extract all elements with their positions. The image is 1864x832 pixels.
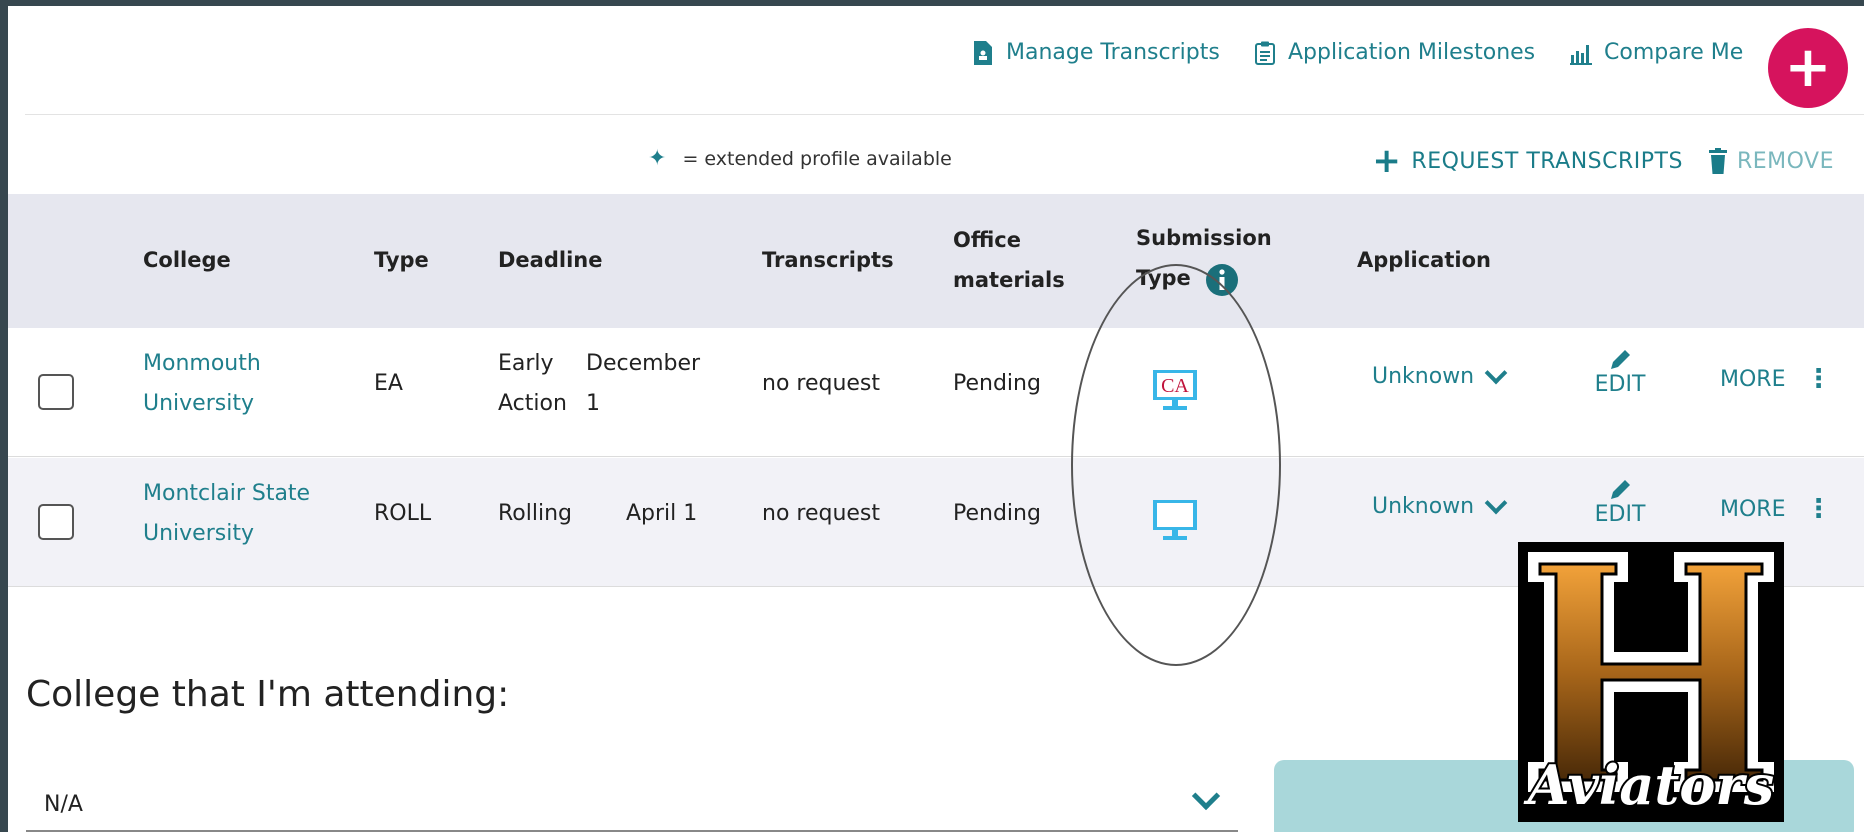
attending-college-value: N/A <box>44 792 83 817</box>
remove-button[interactable]: REMOVE <box>1708 148 1834 174</box>
header-office-line2: materials <box>953 268 1065 292</box>
header-submission-line1: Submission <box>1136 226 1272 250</box>
divider <box>25 114 1864 115</box>
college-link-line2[interactable]: University <box>143 384 254 424</box>
table-actions: + REQUEST TRANSCRIPTS REMOVE <box>1372 144 1834 178</box>
row-checkbox[interactable] <box>38 504 74 540</box>
header-office-line1: Office <box>953 228 1021 252</box>
aviators-script: Aviators <box>1523 753 1774 817</box>
more-label: MORE <box>1720 366 1786 392</box>
plus-icon: + <box>1372 141 1402 181</box>
attending-heading: College that I'm attending: <box>26 674 510 715</box>
trash-icon <box>1708 148 1727 174</box>
more-menu-button[interactable]: MORE ⋮ <box>1720 364 1831 394</box>
pencil-icon <box>1611 480 1630 499</box>
kebab-icon: ⋮ <box>1805 364 1832 394</box>
compare-me-label: Compare Me <box>1604 40 1744 65</box>
chevron-down-icon <box>1191 781 1221 811</box>
common-app-monitor-icon[interactable]: CA <box>1151 368 1199 416</box>
header-submission-line2: Type <box>1136 266 1191 290</box>
header-college[interactable]: College <box>143 240 231 280</box>
edit-label: EDIT <box>1594 372 1646 397</box>
extended-profile-legend: ✦ = extended profile available <box>648 146 952 171</box>
bar-chart-icon <box>1570 44 1592 65</box>
kebab-icon: ⋮ <box>1805 494 1832 524</box>
transcripts-cell: no request <box>762 501 881 526</box>
application-status-value: Unknown <box>1372 364 1475 389</box>
transcripts-cell: no request <box>762 371 881 396</box>
page: Manage Transcripts Application Milestone… <box>8 6 1864 832</box>
edit-label: EDIT <box>1594 502 1646 527</box>
chevron-down-icon <box>1484 491 1508 514</box>
college-link-line1[interactable]: Monmouth <box>143 344 261 384</box>
college-link-line2[interactable]: University <box>143 514 254 554</box>
deadline-type-line2: Action <box>498 391 567 416</box>
deadline-type-line1: Early <box>498 351 554 376</box>
info-icon[interactable] <box>1206 264 1238 296</box>
add-fab-button[interactable]: + <box>1768 28 1848 108</box>
type-cell: ROLL <box>374 501 432 526</box>
edit-button[interactable]: EDIT <box>1585 478 1655 527</box>
type-cell: EA <box>374 371 403 396</box>
deadline-date-line1: December <box>586 351 701 376</box>
more-label: MORE <box>1720 496 1786 522</box>
pencil-icon <box>1611 350 1630 369</box>
document-icon <box>974 40 992 65</box>
monitor-icon[interactable] <box>1151 498 1199 546</box>
deadline-type: Rolling <box>498 501 573 526</box>
application-status-value: Unknown <box>1372 494 1475 519</box>
application-status-dropdown[interactable]: Unknown <box>1372 491 1508 519</box>
manage-transcripts-label: Manage Transcripts <box>1006 40 1220 65</box>
header-transcripts[interactable]: Transcripts <box>762 240 894 280</box>
request-transcripts-label: REQUEST TRANSCRIPTS <box>1411 148 1683 174</box>
aviators-logo: Aviators <box>1518 542 1784 822</box>
attending-college-select[interactable]: N/A <box>26 776 1238 832</box>
clipboard-icon <box>1255 41 1275 65</box>
more-menu-button[interactable]: MORE ⋮ <box>1720 494 1831 524</box>
table-row: Monmouth University EA Early Action Dece… <box>8 328 1864 457</box>
row-checkbox[interactable] <box>38 374 74 410</box>
header-deadline[interactable]: Deadline <box>498 240 602 280</box>
common-app-text: CA <box>1161 375 1189 397</box>
extended-profile-star-icon: ✦ <box>648 146 667 171</box>
edit-button[interactable]: EDIT <box>1585 348 1655 397</box>
application-milestones-label: Application Milestones <box>1288 40 1536 65</box>
remove-label: REMOVE <box>1736 148 1834 174</box>
deadline-date-line2: 1 <box>586 391 600 416</box>
legend-text: = extended profile available <box>682 147 952 170</box>
manage-transcripts-link[interactable]: Manage Transcripts <box>972 40 1220 65</box>
office-materials-cell: Pending <box>953 501 1041 526</box>
request-transcripts-button[interactable]: + REQUEST TRANSCRIPTS <box>1372 144 1683 178</box>
application-milestones-link[interactable]: Application Milestones <box>1254 40 1535 65</box>
college-link-line1[interactable]: Montclair State <box>143 474 310 514</box>
table-header: College Type Deadline Transcripts Office… <box>8 194 1864 328</box>
deadline-date: April 1 <box>626 501 698 526</box>
application-status-dropdown[interactable]: Unknown <box>1372 361 1508 389</box>
header-application[interactable]: Application <box>1357 240 1491 280</box>
office-materials-cell: Pending <box>953 371 1041 396</box>
header-type[interactable]: Type <box>374 240 429 280</box>
chevron-down-icon <box>1484 361 1508 384</box>
top-links: Manage Transcripts Application Milestone… <box>8 26 1864 108</box>
compare-me-link[interactable]: Compare Me <box>1570 40 1743 65</box>
